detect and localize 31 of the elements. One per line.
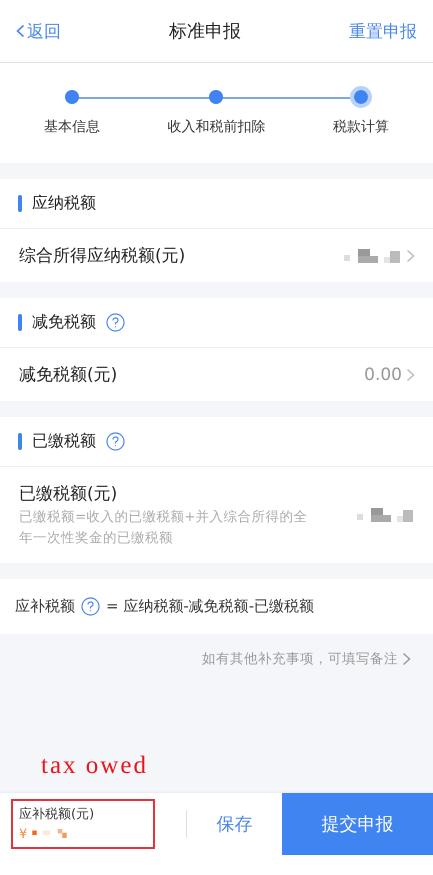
save-button[interactable]: 保存 [187,793,282,855]
section-title: 应纳税额 [32,193,96,214]
reset-button[interactable]: 重置申报 [349,20,417,42]
help-icon [81,597,100,616]
row-label: 减免税额(元) [19,364,118,386]
currency-symbol: ¥ [19,827,28,842]
step-label: 税款计算 [332,118,389,136]
list-row[interactable]: 综合所得应纳税额(元) [0,229,433,282]
formula-text: = 应纳税额-减免税额-已缴税额 [106,597,314,616]
formula-label: 应补税额 [15,597,75,616]
page-title: 标准申报 [169,20,241,43]
chevron-left-icon [16,24,25,38]
section-marker [18,195,22,212]
annotation-text: tax owed [41,752,149,781]
back-button[interactable]: 返回 [16,20,61,42]
row-label: 已缴税额(元) [19,483,118,506]
step-label: 基本信息 [44,118,100,136]
section-title: 已缴税额 [32,431,96,452]
row-note: 已缴税额=收入的已缴税额+并入综合所得的全年一次性奖金的已缴税额 [19,508,309,548]
section-marker [18,433,22,450]
submit-button[interactable]: 提交申报 [282,793,433,855]
chevron-icon [402,652,411,666]
list-row[interactable]: 已缴税额(元) 已缴税额=收入的已缴税额+并入综合所得的全年一次性奖金的已缴税额 [0,467,433,563]
amount-label: 应补税额(元) [19,806,96,823]
remark-link[interactable]: 如有其他补充事项，可填写备注 [202,650,411,668]
section-marker [18,314,22,331]
row-value: 0.00 [364,364,402,384]
step-label: 收入和税前扣除 [167,118,266,136]
row-label: 综合所得应纳税额(元) [19,245,186,267]
list-row[interactable]: 减免税额(元) 0.00 [0,348,433,401]
section-title: 减免税额 [32,312,96,333]
